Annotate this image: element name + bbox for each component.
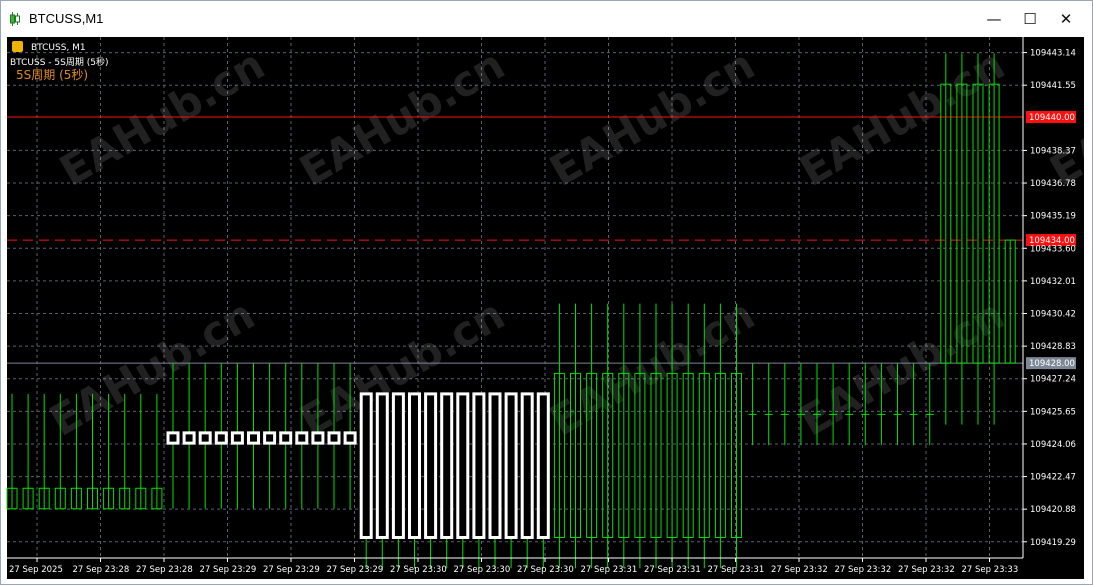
current-price-tag-label: 109428.00 <box>1029 359 1075 369</box>
candle-body <box>247 431 260 445</box>
indicator-label: BTCUSS - 5S周期 (5秒) <box>10 56 108 68</box>
terminal-window: BTCUSS,M1 — ☐ ✕ EAHub.cn EAHub.cn EAHub.cn… <box>0 0 1093 585</box>
price-tick-label: 109422.47 <box>1030 473 1076 483</box>
candle-body <box>327 431 341 445</box>
candle-body <box>295 431 309 445</box>
overlay-label: 5S周期 (5秒) <box>16 68 88 82</box>
symbol-label: BTCUSS, M1 <box>31 43 86 53</box>
price-tick-label: 109433.60 <box>1030 244 1076 254</box>
red-level-tag-label: 109440.00 <box>1029 113 1075 123</box>
price-tick-label: 109443.14 <box>1030 49 1076 59</box>
candle-body <box>536 392 550 539</box>
candle-body <box>311 431 325 445</box>
price-tick-label: 109436.78 <box>1030 179 1076 189</box>
candle-body <box>279 431 293 445</box>
price-tick-label: 109441.55 <box>1030 81 1076 91</box>
price-tick-label: 109432.01 <box>1030 277 1076 287</box>
time-tick-label: 27 Sep 23:32 <box>835 565 892 575</box>
time-tick-label: 27 Sep 23:31 <box>644 565 701 575</box>
candle-body <box>214 431 228 445</box>
candle-body <box>424 392 438 539</box>
candle-body <box>182 431 196 445</box>
time-tick-label: 27 Sep 23:30 <box>517 565 574 575</box>
window-title: BTCUSS,M1 <box>29 11 104 26</box>
time-tick-label: 27 Sep 23:32 <box>898 565 955 575</box>
close-button[interactable]: ✕ <box>1044 5 1088 33</box>
candle-body <box>472 392 486 539</box>
candle-body <box>440 392 454 539</box>
price-tick-label: 109430.42 <box>1030 309 1076 319</box>
price-tick-label: 109424.06 <box>1030 440 1076 450</box>
time-tick-label: 27 Sep 23:30 <box>390 565 447 575</box>
price-tick-label: 109419.29 <box>1030 538 1076 548</box>
candle-body <box>263 431 277 445</box>
candle-body <box>343 431 357 445</box>
candle-body <box>198 431 212 445</box>
candle-body <box>375 392 389 539</box>
time-tick-label: 27 Sep 23:31 <box>581 565 638 575</box>
price-tick-label: 109438.37 <box>1030 146 1076 156</box>
time-tick-label: 27 Sep 23:28 <box>136 565 193 575</box>
time-tick-label: 27 Sep 23:33 <box>962 565 1019 575</box>
candle-body <box>166 431 180 445</box>
candle-body <box>488 392 502 539</box>
price-tick-label: 109435.19 <box>1030 212 1076 222</box>
time-tick-label: 27 Sep 23:31 <box>708 565 765 575</box>
price-tick-label: 109427.24 <box>1030 375 1076 385</box>
price-tick-label: 109420.88 <box>1030 505 1076 515</box>
candle-body <box>359 392 373 539</box>
candle-body <box>408 392 421 539</box>
time-tick-label: 27 Sep 23:32 <box>771 565 828 575</box>
time-tick-label: 27 Sep 23:30 <box>454 565 511 575</box>
price-chart[interactable]: EAHub.cn EAHub.cn EAHub.cn EAHub.cnEAHub.cn… <box>1 37 1087 579</box>
price-tick-label: 109428.83 <box>1030 342 1076 352</box>
price-tick-label: 109425.65 <box>1030 407 1076 417</box>
candle-body <box>391 392 405 539</box>
time-tick-label: 27 Sep 23:29 <box>200 565 257 575</box>
time-tick-label: 27 Sep 23:29 <box>263 565 320 575</box>
title-bar[interactable]: BTCUSS,M1 — ☐ ✕ <box>1 1 1092 37</box>
candle-body <box>504 392 518 539</box>
time-tick-label: 27 Sep 23:29 <box>327 565 384 575</box>
candle-body <box>520 392 534 539</box>
time-tick-label: 27 Sep 2025 <box>9 565 63 575</box>
time-tick-label: 27 Sep 23:28 <box>73 565 130 575</box>
candlestick-chart-icon <box>10 12 20 26</box>
candle-body <box>230 431 244 445</box>
expert-advisor-icon <box>12 41 23 52</box>
candle-body <box>456 392 470 539</box>
